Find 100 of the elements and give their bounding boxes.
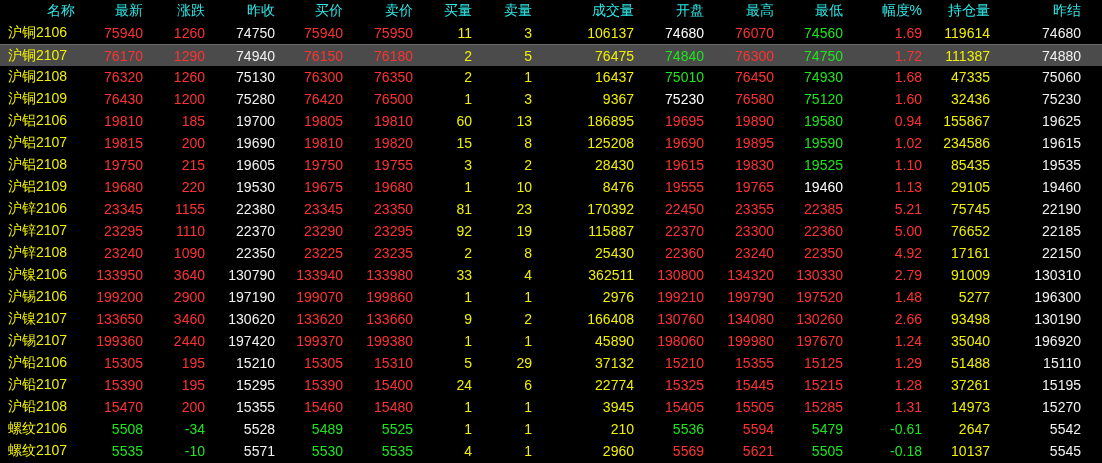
table-cell-text: 22190 <box>1041 201 1081 217</box>
column-header[interactable]: 买量 <box>413 2 472 20</box>
table-cell-text: 29 <box>515 355 532 371</box>
table-cell-text: 166408 <box>586 311 634 327</box>
table-cell-text: 5545 <box>1048 443 1081 459</box>
table-cell-text: 沪锡2107 <box>7 332 69 350</box>
table-cell-text: 15270 <box>1041 399 1081 415</box>
table-cell-text: 19605 <box>235 157 275 173</box>
table-cell-text: 199070 <box>295 289 343 305</box>
column-header[interactable]: 持仓量 <box>922 2 990 20</box>
table-cell-text: 14973 <box>950 399 990 415</box>
table-cell-text: 15445 <box>734 377 774 393</box>
table-cell-text: 33 <box>455 267 472 283</box>
table-cell-text: 19890 <box>734 113 774 129</box>
table-cell-text: 3 <box>523 91 532 107</box>
table-cell-text: 134080 <box>726 311 774 327</box>
table-cell-text: 76580 <box>734 91 774 107</box>
table-cell-text: 93498 <box>950 311 990 327</box>
column-header[interactable]: 成交量 <box>532 2 634 20</box>
table-cell-text: 19820 <box>373 135 413 151</box>
table-cell-text: 197670 <box>795 333 843 349</box>
table-cell-text: 19810 <box>103 113 143 129</box>
column-header[interactable]: 涨跌 <box>143 2 205 20</box>
column-header[interactable]: 昨收 <box>205 2 275 20</box>
table-cell-text: 19805 <box>303 113 343 129</box>
table-cell-text: 15480 <box>373 399 413 415</box>
table-cell-text: 74750 <box>803 47 843 64</box>
table-cell-text: 111387 <box>944 47 990 64</box>
table-cell-text: 沪锌2106 <box>7 200 69 218</box>
table-cell-text: 19680 <box>373 179 413 195</box>
selected-row[interactable]: 沪铜2107 76170 1290 74940 76150 76180 2 5 76475 74840 76300 74750 1.72 111387 74880 <box>0 44 1102 66</box>
table-cell-text: 19525 <box>803 157 843 173</box>
table-cell-text: 115887 <box>587 223 634 239</box>
table-cell-text: 200 <box>180 399 205 415</box>
table-cell-text: 1 <box>523 289 532 305</box>
table-cell-text: 199860 <box>365 289 413 305</box>
table-cell-text: 5536 <box>671 421 704 437</box>
table-cell-text: 15305 <box>303 355 343 371</box>
table-cell-text: 5535 <box>110 443 143 459</box>
table-cell-text: 92 <box>455 223 472 239</box>
table-cell-text: 133650 <box>95 311 143 327</box>
table-cell-text: 15460 <box>303 399 343 415</box>
table-cell-text: 沪铜2108 <box>7 68 69 86</box>
table-cell-text: 19695 <box>664 113 704 129</box>
table-cell-text: 19615 <box>1041 135 1081 151</box>
table-cell-text: 75940 <box>103 25 143 41</box>
table-cell-text: 197520 <box>795 289 843 305</box>
table-cell-text: 15325 <box>664 377 704 393</box>
table-cell-text: 234586 <box>942 135 990 151</box>
table-cell-text: 1 <box>523 421 532 437</box>
column-header[interactable]: 买价 <box>275 2 343 20</box>
table-cell-text: 60 <box>455 113 472 129</box>
table-cell-text: 1 <box>463 179 472 195</box>
table-cell-text: 106137 <box>586 25 634 41</box>
table-cell-text: 15305 <box>103 355 143 371</box>
table-cell-text: 19750 <box>303 157 343 173</box>
column-header[interactable]: 卖量 <box>472 2 532 20</box>
table-cell-text: 5594 <box>741 421 774 437</box>
column-header[interactable]: 幅度% <box>843 2 922 20</box>
table-cell-text: 3945 <box>601 399 634 415</box>
table-cell-text: 75280 <box>235 91 275 107</box>
table-cell-text: 23345 <box>103 201 143 217</box>
table-cell-text: 15390 <box>303 377 343 393</box>
table-cell-text: 1 <box>463 289 472 305</box>
table-cell-text: 1.60 <box>893 91 922 107</box>
table-cell-text: 199200 <box>95 289 143 305</box>
table-cell-text: 2900 <box>172 289 205 305</box>
column-header[interactable]: 开盘 <box>634 2 704 20</box>
column-header[interactable]: 最新 <box>75 2 143 20</box>
table-cell-text: 5 <box>463 355 472 371</box>
table-cell-text: 1.72 <box>893 47 922 64</box>
table-cell-text: 13 <box>515 113 532 129</box>
table-cell-text: 74940 <box>235 47 275 64</box>
table-cell-text: 19690 <box>235 135 275 151</box>
table-cell-text: 76420 <box>303 91 343 107</box>
table-cell-text: 85435 <box>950 157 990 173</box>
table-cell-text: -10 <box>183 443 205 459</box>
table-cell-text: 155867 <box>942 113 990 129</box>
table-cell-text: 37261 <box>950 377 990 393</box>
column-header[interactable]: 最高 <box>704 2 774 20</box>
table-cell-text: 199210 <box>656 289 704 305</box>
table-cell-text: 2 <box>463 47 472 64</box>
table-cell-text: 74680 <box>664 25 704 41</box>
table-cell-text: 沪铜2106 <box>7 24 69 42</box>
table-cell-text: 沪铅2108 <box>7 398 69 416</box>
table-cell-text: 76652 <box>950 223 990 239</box>
table-cell-text: 195 <box>180 355 205 371</box>
column-header[interactable]: 名称 <box>0 2 75 20</box>
table-cell-text: 119614 <box>943 25 990 41</box>
column-header[interactable]: 昨结 <box>990 2 1081 20</box>
table-cell-text: 23295 <box>373 223 413 239</box>
table-cell-text: 15505 <box>734 399 774 415</box>
table-cell-text: 1 <box>523 443 532 459</box>
table-cell-text: 1 <box>463 399 472 415</box>
table-cell-text: 2 <box>523 311 532 327</box>
table-cell-text: 19460 <box>1041 179 1081 195</box>
column-header[interactable]: 卖价 <box>343 2 413 20</box>
table-cell-text: 1 <box>523 333 532 349</box>
column-header[interactable]: 最低 <box>774 2 843 20</box>
table-cell-text: 1290 <box>172 47 205 64</box>
